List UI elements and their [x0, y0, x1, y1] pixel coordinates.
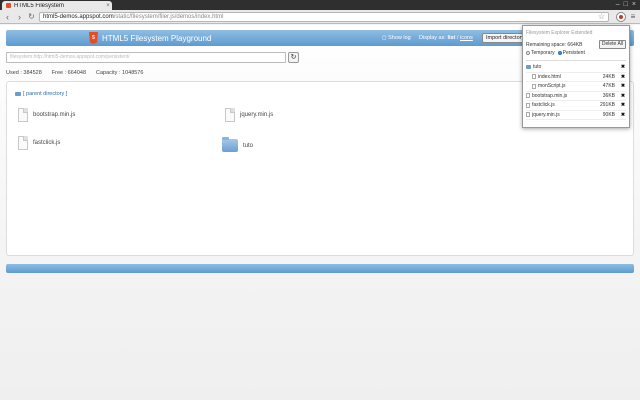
- file-tree: tuto ✖ index.html 24KB ✖ monScript.js 47…: [526, 60, 626, 120]
- bookmark-star-icon[interactable]: ☆: [598, 12, 605, 21]
- browser-tab[interactable]: HTML5 Filesystem ×: [2, 1, 112, 10]
- display-mode: Display as: list / icons: [419, 35, 473, 41]
- tree-row[interactable]: bootstrap.min.js 36KB ✖: [526, 92, 626, 101]
- page-title: HTML5 Filesystem Playground: [102, 33, 212, 43]
- file-icon: [225, 108, 235, 122]
- show-log-toggle[interactable]: ◻ Show log: [382, 35, 411, 41]
- display-icons-link[interactable]: icons: [460, 35, 473, 41]
- delete-icon[interactable]: ✖: [620, 83, 626, 89]
- storage-type-selector: Temporary Persistent: [526, 50, 626, 56]
- tab-close-icon[interactable]: ×: [104, 3, 112, 9]
- file-icon: [18, 136, 28, 150]
- address-bar[interactable]: html5-demos.appspot.com/static/filesyste…: [39, 11, 609, 22]
- folder-name: tuto: [243, 142, 254, 149]
- tree-row[interactable]: index.html 24KB ✖: [526, 73, 626, 82]
- forward-button[interactable]: ›: [15, 12, 24, 22]
- delete-icon[interactable]: ✖: [620, 112, 626, 118]
- persistent-radio[interactable]: Persistent: [557, 50, 585, 56]
- file-icon: [18, 108, 28, 122]
- browser-toolbar: ‹ › ↻ html5-demos.appspot.com/static/fil…: [0, 10, 640, 24]
- reload-button[interactable]: ↻: [27, 12, 36, 22]
- folder-icon: [222, 137, 238, 152]
- folder-entry[interactable]: tuto: [222, 137, 254, 152]
- free-space: Free : 664048: [51, 70, 87, 76]
- delete-all-button[interactable]: Delete All: [598, 40, 626, 49]
- maximize-icon[interactable]: □: [624, 1, 628, 8]
- delete-icon[interactable]: ✖: [620, 93, 626, 99]
- minimize-icon[interactable]: –: [616, 1, 620, 8]
- footer-bar: [6, 264, 634, 273]
- folder-icon: [15, 92, 21, 96]
- window-controls: – □ ×: [616, 1, 636, 8]
- html5-favicon-icon: [6, 3, 11, 8]
- filesystem-extension-icon[interactable]: [616, 11, 626, 22]
- file-icon: [532, 83, 536, 89]
- browser-title-bar: HTML5 Filesystem × – □ ×: [0, 0, 640, 10]
- delete-icon[interactable]: ✖: [620, 102, 626, 108]
- parent-directory-link[interactable]: [ parent directory ]: [15, 91, 67, 97]
- back-button[interactable]: ‹: [3, 12, 12, 22]
- address-host: html5-demos.appspot.com/static/filesyste…: [43, 13, 224, 20]
- brand[interactable]: 5 HTML5 Filesystem Playground: [89, 32, 211, 44]
- delete-icon[interactable]: ✖: [620, 64, 626, 70]
- file-icon: [526, 112, 530, 118]
- display-list-link[interactable]: list: [447, 35, 455, 41]
- capacity: Capacity : 1048576: [96, 70, 144, 76]
- file-name: bootstrap.min.js: [33, 112, 76, 118]
- tree-row[interactable]: tuto ✖: [526, 63, 626, 73]
- path-input[interactable]: filesystem:http://html5-demos.appspot.co…: [6, 52, 286, 63]
- folder-icon: [526, 65, 531, 70]
- browser-menu-icon[interactable]: ≡: [629, 12, 637, 21]
- file-name: fastclick.js: [33, 140, 61, 146]
- file-entry[interactable]: jquery.min.js: [225, 108, 273, 122]
- tree-row[interactable]: fastclick.js 291KB ✖: [526, 101, 626, 111]
- delete-icon[interactable]: ✖: [620, 74, 626, 80]
- file-icon: [526, 93, 530, 99]
- close-window-icon[interactable]: ×: [632, 1, 636, 8]
- file-icon: [532, 74, 536, 80]
- tree-row[interactable]: monScript.js 47KB ✖: [526, 82, 626, 92]
- file-entry[interactable]: bootstrap.min.js: [18, 108, 75, 122]
- html5-logo-icon: 5: [89, 32, 98, 44]
- temporary-radio[interactable]: Temporary: [526, 50, 555, 56]
- storage-stats: Used : 384528 Free : 664048 Capacity : 1…: [6, 70, 143, 76]
- remaining-space: Remaining space: 664KB: [526, 41, 583, 48]
- filesystem-explorer-popup: Filesystem Explorer Extended Remaining s…: [522, 25, 630, 128]
- refresh-button[interactable]: ↻: [288, 52, 299, 63]
- file-icon: [526, 102, 530, 108]
- tab-title: HTML5 Filesystem: [14, 2, 65, 9]
- file-entry[interactable]: fastclick.js: [18, 136, 60, 150]
- file-name: jquery.min.js: [240, 112, 274, 118]
- used-space: Used : 384528: [6, 70, 42, 76]
- popup-title: Filesystem Explorer Extended: [526, 30, 593, 36]
- tree-row[interactable]: jquery.min.js 90KB ✖: [526, 111, 626, 120]
